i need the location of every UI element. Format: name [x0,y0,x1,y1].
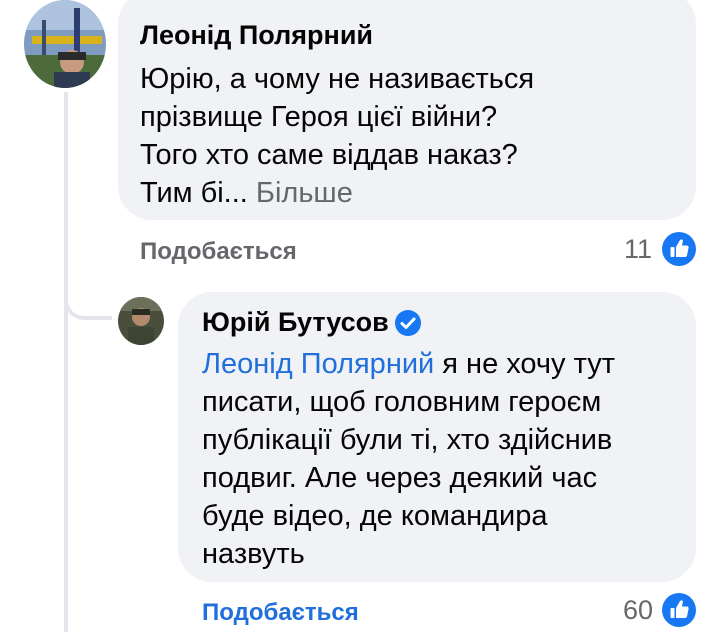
comment-author[interactable]: Леонід Полярний [140,20,373,51]
comment-line: буде відео, де командира [202,500,548,532]
avatar-photo-icon [118,297,164,345]
verified-badge-icon [395,310,421,336]
comment-line: публікації були ті, хто здійснив [202,424,613,456]
comment-line: подвиг. Але через деякий час [202,462,598,494]
avatar-photo-icon [24,0,106,88]
comment-truncated-text: Тим бі... [140,177,248,209]
mention-link[interactable]: Леонід Полярний [202,348,434,380]
like-button[interactable]: Подобається [140,238,297,266]
see-more-link[interactable]: Більше [256,177,353,209]
comment-line: Юрію, а чому не називається [140,63,535,95]
reply-connector [64,270,112,320]
comment-line-text: я не хочу тут [434,348,615,380]
comment-line: Того хто саме віддав наказ? [140,139,518,171]
thread-line [64,92,68,632]
reaction-count[interactable]: 11 [624,234,652,265]
like-button[interactable]: Подобається [202,599,359,627]
comment-line: Тим бі... Більше [140,174,680,212]
comment-author[interactable]: Юрій Бутусов [202,307,389,338]
avatar[interactable] [24,0,106,88]
comment-text: Юрію, а чому не називається прізвище Гер… [140,60,680,212]
reaction-count[interactable]: 60 [623,595,653,626]
comment-line: писати, щоб головним героєм [202,386,602,418]
comment-line: прізвище Героя цієї війни? [140,101,498,133]
thumbs-up-icon[interactable] [662,593,696,627]
thumbs-up-icon[interactable] [662,232,696,266]
comment-line: назвуть [202,538,305,570]
comment-line: Леонід Полярний я не хочу тут [202,345,682,383]
comment-text: Леонід Полярний я не хочу тут писати, що… [202,345,682,573]
avatar[interactable] [118,297,164,345]
